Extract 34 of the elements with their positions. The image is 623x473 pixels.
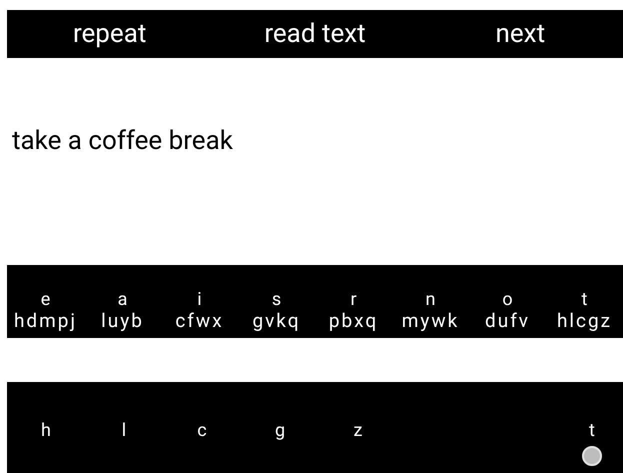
candidate-letters: luyb xyxy=(101,311,144,330)
choice-key[interactable]: g xyxy=(270,422,290,440)
key-letter: s xyxy=(272,291,282,310)
key-letter: r xyxy=(350,291,357,310)
candidate-letters: gvkq xyxy=(252,311,301,330)
key-letter: t xyxy=(582,291,588,310)
letter-key[interactable]: a luyb xyxy=(84,291,161,330)
choice-key[interactable]: h xyxy=(37,422,55,440)
letter-key[interactable]: r pbxq xyxy=(315,291,392,330)
candidate-letters: hlcgz xyxy=(556,311,612,330)
key-letter: o xyxy=(502,291,513,310)
choice-key[interactable]: t xyxy=(585,422,599,440)
letter-key[interactable]: n mywk xyxy=(392,291,469,330)
letter-key[interactable]: o dufv xyxy=(469,291,546,330)
candidate-letters: mywk xyxy=(402,311,460,330)
candidate-letters: cfwx xyxy=(175,311,224,330)
letter-key[interactable]: e hdmpj xyxy=(7,291,84,330)
toolbar-button[interactable]: next xyxy=(418,12,623,55)
letter-key[interactable]: i cfwx xyxy=(161,291,238,330)
key-letter: a xyxy=(118,291,128,310)
key-letter: i xyxy=(197,291,202,310)
letter-key[interactable]: s gvkq xyxy=(238,291,315,330)
key-letter: n xyxy=(426,291,436,310)
toolbar-button[interactable]: repeat xyxy=(7,12,212,55)
choice-key[interactable]: z xyxy=(350,422,366,440)
key-letter: e xyxy=(40,291,50,310)
candidate-letters: hdmpj xyxy=(14,311,78,330)
choice-key[interactable]: l xyxy=(118,422,130,440)
choice-key[interactable]: c xyxy=(193,422,211,440)
letter-key[interactable]: t hlcgz xyxy=(546,291,623,330)
toolbar-button[interactable]: read text xyxy=(212,12,418,55)
candidate-letters: pbxq xyxy=(328,311,378,330)
prompt-text: take a coffee break xyxy=(12,128,233,154)
candidate-letters: dufv xyxy=(485,311,530,330)
